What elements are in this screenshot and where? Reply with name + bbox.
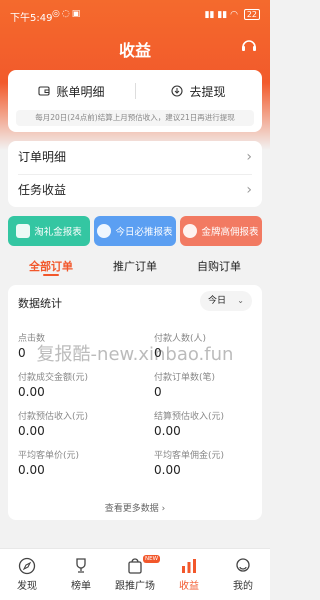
metric-value: 0.00 — [18, 463, 45, 477]
task-earnings-label: 任务收益 — [18, 183, 67, 197]
clock-icon — [97, 224, 112, 238]
stats-card: 数据统计 今日 ⌄ 点击数 0 付款人数(人) 0 付款成交金额(元) 0.00… — [8, 285, 262, 520]
stats-title: 数据统计 — [18, 297, 62, 310]
date-range-value: 今日 — [208, 296, 227, 306]
metric-label: 结算预估收入(元) — [154, 412, 225, 422]
nav-profile[interactable]: 我的 — [216, 549, 270, 600]
watermark: 复报酷-new.xinbao.fun — [36, 344, 234, 365]
view-more-link[interactable]: 查看更多数据 › — [8, 501, 262, 514]
tab-promotion-orders[interactable]: 推广订单 — [90, 258, 180, 274]
trophy-icon — [76, 558, 86, 573]
chart-icon — [182, 559, 196, 573]
daily-report-label: 今日必推报表 — [115, 227, 173, 238]
chevron-down-icon: ⌄ — [237, 296, 244, 305]
metric-label: 付款订单数(笔) — [154, 373, 216, 383]
withdraw-icon — [171, 85, 184, 97]
nav-label: 我的 — [233, 581, 253, 592]
menu-card: 订单明细 › 任务收益 › — [8, 141, 262, 207]
metric-value: 0 — [154, 385, 162, 399]
new-badge: NEW — [143, 555, 161, 563]
nav-label: 跟推广场 — [115, 581, 155, 592]
metric-label: 付款成交金额(元) — [18, 373, 89, 383]
metric-label: 平均客单佣金(元) — [154, 451, 225, 461]
nav-label: 收益 — [179, 581, 199, 592]
nav-earnings[interactable]: 收益 — [162, 549, 216, 600]
metric-value: 0.00 — [154, 424, 181, 438]
metric-avg-price: 平均客单价(元) 0.00 — [18, 448, 138, 477]
date-range-select[interactable]: 今日 ⌄ — [200, 291, 252, 311]
order-detail-row[interactable]: 订单明细 › — [8, 141, 262, 174]
gift-icon — [16, 224, 31, 238]
metric-value: 0.00 — [18, 385, 45, 399]
order-detail-label: 订单明细 — [18, 150, 67, 164]
taolijin-report-button[interactable]: 淘礼金报表 — [8, 216, 90, 246]
status-time: 下午5:49 — [10, 13, 53, 24]
metric-settled-estimate: 结算预估收入(元) 0.00 — [154, 409, 274, 438]
gold-report-label: 金牌高佣报表 — [201, 227, 259, 238]
tab-self-orders[interactable]: 自购订单 — [174, 258, 264, 274]
metric-paid-estimate: 付款预估收入(元) 0.00 — [18, 409, 138, 438]
status-right: ▮▮ ▮▮ ◠ 22 — [205, 9, 260, 20]
user-icon — [236, 558, 250, 572]
withdraw-button[interactable]: 去提现 — [135, 80, 262, 102]
task-earnings-row[interactable]: 任务收益 › — [8, 174, 262, 207]
metric-value: 0.00 — [18, 424, 45, 438]
chevron-right-icon: › — [161, 504, 166, 514]
active-tab-indicator — [43, 274, 59, 276]
headset-icon[interactable] — [240, 37, 258, 55]
nav-label: 榜单 — [71, 581, 91, 592]
page-title: 收益 — [118, 41, 151, 60]
nav-rankings[interactable]: 榜单 — [54, 549, 108, 600]
actions-card: 账单明细 去提现 每月20日(24点前)结算上月预估收入，建议21日再进行提现 — [8, 70, 262, 132]
tab-all-orders[interactable]: 全部订单 — [6, 258, 96, 274]
metric-label: 平均客单价(元) — [18, 451, 80, 461]
daily-report-button[interactable]: 今日必推报表 — [94, 216, 176, 246]
chevron-right-icon: › — [246, 149, 252, 165]
gold-report-button[interactable]: 金牌高佣报表 — [180, 216, 262, 246]
metric-value: 0.00 — [154, 463, 181, 477]
status-icons: ◎◌▣ — [52, 9, 83, 19]
nav-discover[interactable]: 发现 — [0, 549, 54, 600]
withdraw-label: 去提现 — [189, 84, 226, 99]
wallet-icon — [38, 86, 51, 96]
bag-icon — [128, 558, 142, 574]
bill-detail-button[interactable]: 账单明细 — [8, 80, 135, 102]
metric-paid-amount: 付款成交金额(元) 0.00 — [18, 370, 138, 399]
medal-icon — [183, 224, 198, 238]
nav-label: 发现 — [17, 581, 37, 592]
metric-label: 付款预估收入(元) — [18, 412, 89, 422]
view-more-label: 查看更多数据 — [104, 504, 159, 514]
bottom-nav: 发现 榜单 跟推广场 NEW 收益 我的 — [0, 548, 270, 600]
metric-paid-orders: 付款订单数(笔) 0 — [154, 370, 274, 399]
taolijin-report-label: 淘礼金报表 — [34, 227, 82, 238]
metric-avg-commission: 平均客单佣金(元) 0.00 — [154, 448, 274, 477]
settlement-notice: 每月20日(24点前)结算上月预估收入，建议21日再进行提现 — [16, 110, 254, 126]
compass-icon — [18, 557, 36, 575]
status-bar: 下午5:49 ◎◌▣ ▮▮ ▮▮ ◠ 22 — [0, 0, 270, 30]
battery-indicator: 22 — [243, 9, 260, 20]
bill-detail-label: 账单明细 — [56, 84, 105, 99]
chevron-right-icon: › — [246, 182, 252, 198]
